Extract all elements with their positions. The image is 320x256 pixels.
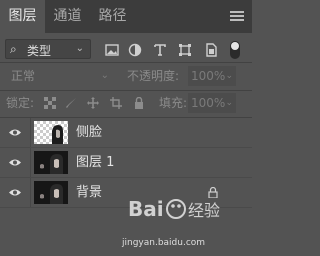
type-filter-icon[interactable] xyxy=(153,43,167,57)
lock-artboard-icon[interactable] xyxy=(110,97,122,109)
eye-icon[interactable] xyxy=(9,158,21,167)
blend-mode-value: 正常 xyxy=(11,69,36,83)
blend-row: 正常 ⌄ 不透明度: 100% ⌄ xyxy=(0,66,252,90)
lock-transparent-pixels-icon[interactable] xyxy=(44,97,56,109)
layer-name: 图层 1 xyxy=(76,155,115,170)
filter-kind-select[interactable]: ⌕ 类型 ⌄ xyxy=(5,39,91,59)
chevron-down-icon: ⌄ xyxy=(225,71,233,81)
lock-row: 锁定: 填充: 100% ⌄ xyxy=(0,93,252,115)
layer-name: 侧脸 xyxy=(76,125,103,140)
smart-object-filter-icon[interactable] xyxy=(204,43,218,57)
chevron-down-icon: ⌄ xyxy=(100,70,109,81)
opacity-label: 不透明度: xyxy=(127,69,180,83)
opacity-value: 100% xyxy=(191,69,226,83)
blend-mode-select[interactable]: 正常 ⌄ xyxy=(5,66,115,86)
tab-paths[interactable]: 路径 xyxy=(90,0,135,33)
panel-menu-icon[interactable] xyxy=(230,11,244,22)
shape-filter-icon[interactable] xyxy=(178,43,192,57)
filter-kind-label: 类型 xyxy=(27,44,52,58)
adjustment-filter-icon[interactable] xyxy=(128,43,142,57)
tab-channels[interactable]: 通道 xyxy=(45,0,90,33)
divider xyxy=(0,62,252,63)
image-filter-icon[interactable] xyxy=(105,43,119,57)
eye-icon[interactable] xyxy=(9,128,21,137)
fill-label: 填充: xyxy=(159,96,188,110)
divider xyxy=(0,90,252,91)
lock-all-icon[interactable] xyxy=(133,97,145,109)
opacity-field[interactable]: 100% ⌄ xyxy=(188,66,236,86)
layer-thumbnail xyxy=(34,151,68,174)
chevron-down-icon: ⌄ xyxy=(225,98,233,108)
baidu-jingyan-logo: Bai 经验 xyxy=(128,197,220,221)
fill-value: 100% xyxy=(191,96,226,110)
layer-thumbnail xyxy=(34,181,68,204)
fill-field[interactable]: 100% ⌄ xyxy=(188,93,236,113)
panel-tab-bar: 图层 通道 路径 xyxy=(0,0,252,33)
watermark-url: jingyan.baidu.com xyxy=(122,238,206,248)
search-icon: ⌕ xyxy=(10,42,17,56)
chevron-down-icon: ⌄ xyxy=(75,43,84,54)
layer-row[interactable]: 图层 1 xyxy=(0,148,252,178)
lock-position-icon[interactable] xyxy=(87,97,99,109)
lock-label: 锁定: xyxy=(6,96,35,110)
layer-name: 背景 xyxy=(76,185,103,200)
eye-icon[interactable] xyxy=(9,188,21,197)
filter-toggle[interactable] xyxy=(230,41,240,59)
tab-layers[interactable]: 图层 xyxy=(0,0,45,33)
svg-text:经验: 经验 xyxy=(188,201,220,220)
svg-text:Bai: Bai xyxy=(128,197,164,221)
layer-row[interactable]: 侧脸 xyxy=(0,118,252,148)
layer-thumbnail xyxy=(34,121,68,144)
lock-image-pixels-icon[interactable] xyxy=(65,97,77,109)
